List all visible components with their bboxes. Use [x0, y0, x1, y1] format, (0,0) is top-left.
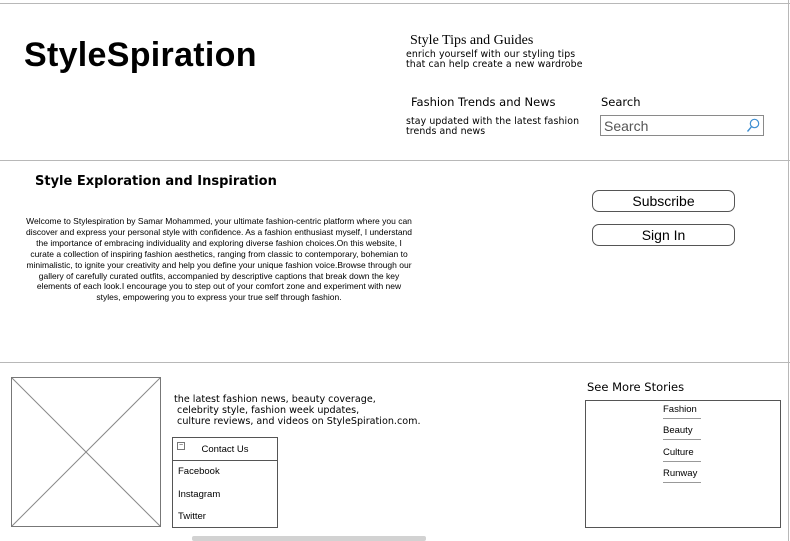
nav-style-tips-desc: enrich yourself with our styling tips th…: [406, 49, 583, 71]
search-label: Search: [601, 95, 641, 109]
right-border: [788, 0, 789, 541]
nav-style-tips-title[interactable]: Style Tips and Guides: [410, 33, 533, 49]
contact-link-twitter[interactable]: Twitter: [178, 511, 206, 522]
story-link-beauty[interactable]: Beauty: [663, 425, 701, 440]
news-blurb-line: celebrity style, fashion week updates,: [174, 405, 360, 417]
header-divider: [0, 160, 790, 161]
intro-text: Welcome to Stylespiration by Samar Moham…: [26, 216, 413, 303]
stories-panel: Fashion Beauty Culture Runway: [585, 400, 781, 528]
news-blurb-line: the latest fashion news, beauty coverage…: [174, 394, 376, 405]
news-blurb: the latest fashion news, beauty coverage…: [174, 394, 434, 428]
nav-fashion-trends-title[interactable]: Fashion Trends and News: [411, 95, 556, 109]
nav-desc-line: that can help create a new wardrobe: [406, 59, 583, 71]
top-border: [0, 3, 790, 4]
contact-link-instagram[interactable]: Instagram: [178, 489, 220, 500]
subscribe-button[interactable]: Subscribe: [592, 190, 735, 212]
nav-fashion-trends-desc: stay updated with the latest fashion tre…: [406, 116, 579, 138]
contact-panel: − Contact Us Facebook Instagram Twitter: [172, 437, 278, 528]
stories-title: See More Stories: [587, 380, 685, 394]
horizontal-scrollbar[interactable]: [192, 536, 426, 541]
footer-divider: [0, 362, 790, 363]
image-placeholder-cross: [12, 378, 160, 526]
story-link-culture[interactable]: Culture: [663, 447, 701, 462]
site-logo[interactable]: StyleSpiration: [24, 36, 257, 75]
search-box: [600, 115, 764, 136]
sign-in-button[interactable]: Sign In: [592, 224, 735, 246]
intro-title: Style Exploration and Inspiration: [35, 174, 277, 189]
search-icon[interactable]: [746, 118, 760, 133]
search-input[interactable]: [601, 116, 744, 135]
contact-link-facebook[interactable]: Facebook: [178, 466, 220, 477]
story-link-fashion[interactable]: Fashion: [663, 404, 701, 419]
news-blurb-line: culture reviews, and videos on StyleSpir…: [174, 416, 421, 428]
story-link-runway[interactable]: Runway: [663, 468, 701, 483]
image-placeholder: [11, 377, 161, 527]
contact-header[interactable]: − Contact Us: [173, 438, 277, 461]
contact-title: Contact Us: [201, 444, 249, 455]
nav-desc-line: trends and news: [406, 126, 486, 138]
